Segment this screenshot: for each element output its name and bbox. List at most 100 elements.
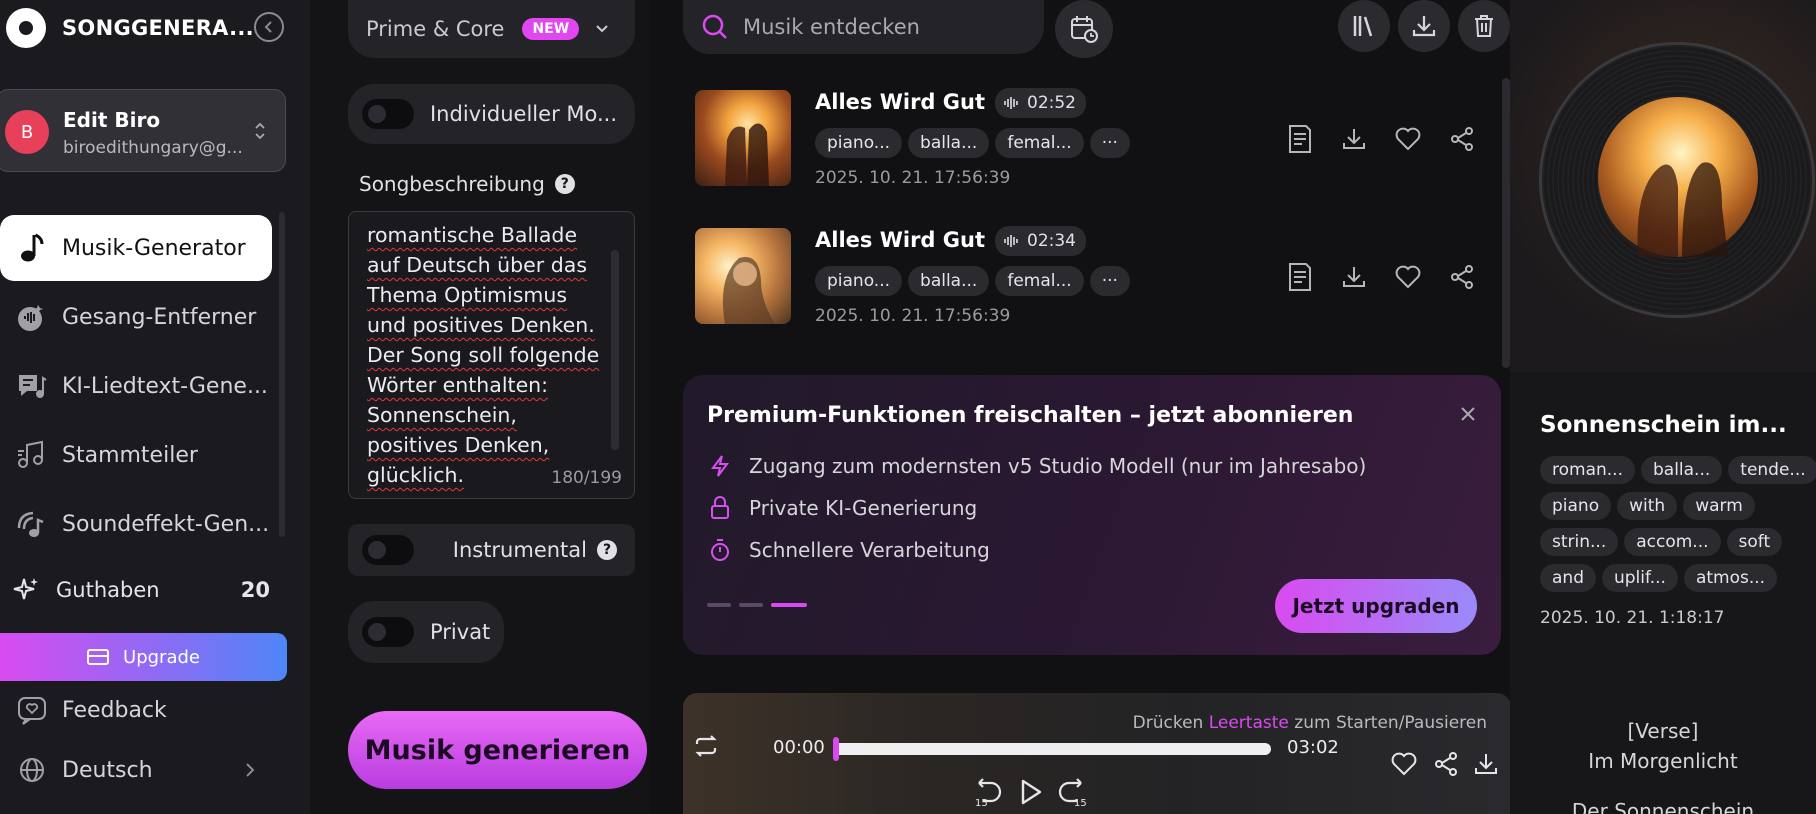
tag[interactable]: warm	[1683, 492, 1755, 520]
download-icon[interactable]	[1339, 262, 1369, 292]
promo-feature: Schnellere Verarbeitung	[707, 537, 990, 563]
tag[interactable]: piano...	[815, 266, 903, 296]
model-select[interactable]: Prime & Core NEW	[348, 0, 635, 58]
carousel-dot-active[interactable]	[771, 603, 807, 607]
new-badge: NEW	[522, 18, 580, 40]
tag[interactable]: femal...	[995, 128, 1084, 158]
sidebar-item-sound-effect[interactable]: Soundeffekt-Gen...	[0, 491, 272, 557]
skip-forward-button[interactable]: 15	[1057, 775, 1091, 809]
play-button[interactable]	[1013, 775, 1047, 809]
heart-icon[interactable]	[1393, 262, 1423, 292]
upgrade-button[interactable]: Upgrade	[0, 633, 287, 681]
progress-bar[interactable]	[833, 737, 1271, 761]
tag[interactable]: balla...	[1640, 456, 1723, 484]
sidebar-item-music-generator[interactable]: Musik-Generator	[0, 215, 272, 281]
sidebar-item-stem-splitter[interactable]: Stammteiler	[0, 422, 272, 488]
lightning-icon	[707, 453, 733, 479]
song-description-text[interactable]: romantische Ballade auf Deutsch über das…	[367, 220, 607, 490]
heart-icon[interactable]	[1393, 124, 1423, 154]
sidebar-scrollbar[interactable]	[279, 212, 285, 537]
library-button[interactable]	[1338, 0, 1390, 52]
promo-feature: Private KI-Generierung	[707, 495, 977, 521]
song-cover[interactable]	[695, 228, 791, 324]
progress-handle[interactable]	[833, 737, 839, 761]
song-list-panel: Alles Wird Gut 02:52 piano... balla... f…	[650, 0, 1519, 814]
lyrics-sheet-icon[interactable]	[1285, 262, 1315, 292]
promo-feature-text: Private KI-Generierung	[749, 496, 978, 520]
player-share-button[interactable]	[1431, 749, 1461, 779]
skip-back-button[interactable]: 15	[969, 775, 1003, 809]
tag[interactable]: and	[1540, 564, 1596, 592]
tag[interactable]: strin...	[1540, 528, 1619, 556]
sidebar-item-vocal-remover[interactable]: Gesang-Entferner	[0, 284, 272, 350]
tag[interactable]: with	[1617, 492, 1678, 520]
tag[interactable]: piano	[1540, 492, 1612, 520]
song-tags: piano... balla... femal... ···	[815, 128, 1130, 158]
player-like-button[interactable]	[1389, 749, 1419, 779]
promo-feature: Zugang zum modernsten v5 Studio Modell (…	[707, 453, 1366, 479]
song-actions	[1285, 262, 1531, 292]
lyrics-line: Der Sonnenschein	[1571, 799, 1755, 814]
list-scrollbar[interactable]	[1502, 78, 1510, 368]
generate-music-button[interactable]: Musik generieren	[348, 711, 647, 789]
close-icon[interactable]	[1459, 405, 1477, 423]
tag[interactable]: roman...	[1540, 456, 1635, 484]
share-icon	[1435, 752, 1457, 776]
tag[interactable]: balla...	[908, 128, 990, 158]
private-row: Privat	[348, 601, 504, 663]
song-row[interactable]: Alles Wird Gut 02:52 piano... balla... f…	[695, 88, 1519, 188]
private-toggle[interactable]	[362, 617, 414, 647]
description-scrollbar[interactable]	[611, 250, 619, 450]
upgrade-label: Upgrade	[123, 646, 200, 668]
tag[interactable]: balla...	[908, 266, 990, 296]
download-all-button[interactable]	[1398, 0, 1450, 52]
sidebar-item-label: Stammteiler	[62, 442, 198, 468]
help-icon[interactable]: ?	[597, 540, 617, 560]
tag[interactable]: uplif...	[1601, 564, 1678, 592]
song-description-input[interactable]: romantische Ballade auf Deutsch über das…	[348, 211, 635, 499]
carousel-dot[interactable]	[739, 603, 763, 607]
delete-button[interactable]	[1458, 0, 1510, 52]
tag[interactable]: accom...	[1624, 528, 1721, 556]
repeat-icon	[695, 735, 717, 757]
song-cover[interactable]	[695, 90, 791, 186]
brand[interactable]: SONGGENERA...	[6, 8, 254, 48]
collapse-sidebar-button[interactable]	[254, 12, 284, 42]
song-row[interactable]: Alles Wird Gut 02:34 piano... balla... f…	[695, 226, 1519, 326]
repeat-button[interactable]	[691, 731, 721, 761]
upgrade-now-button[interactable]: Jetzt upgraden	[1275, 579, 1477, 633]
song-description-label-text: Songbeschreibung	[359, 172, 545, 196]
lyrics-view: [Verse] Im Morgenlicht Der Sonnenschein	[1510, 716, 1816, 814]
duration-badge: 02:34	[995, 226, 1086, 256]
custom-mode-toggle[interactable]	[362, 99, 414, 129]
trash-icon	[1475, 15, 1493, 37]
account-switcher[interactable]: B Edit Biro biroedithungary@g...	[0, 89, 286, 172]
search-input[interactable]	[743, 15, 1013, 39]
instrumental-toggle[interactable]	[362, 535, 414, 565]
language-selector[interactable]: Deutsch	[0, 737, 272, 803]
lyrics-sheet-icon[interactable]	[1285, 124, 1315, 154]
share-icon[interactable]	[1447, 124, 1477, 154]
song-title[interactable]: Alles Wird Gut	[815, 90, 985, 114]
tag[interactable]: tende...	[1728, 456, 1816, 484]
tag[interactable]: atmos...	[1683, 564, 1778, 592]
more-tags-button[interactable]: ···	[1089, 128, 1130, 158]
sidebar-item-feedback[interactable]: Feedback	[0, 677, 272, 743]
sidebar-item-label: Feedback	[62, 697, 167, 723]
download-icon[interactable]	[1339, 124, 1369, 154]
player-download-button[interactable]	[1471, 749, 1501, 779]
tag[interactable]: soft	[1726, 528, 1783, 556]
song-actions	[1285, 124, 1531, 154]
tag[interactable]: piano...	[815, 128, 903, 158]
credit-card-icon	[87, 649, 110, 665]
song-title[interactable]: Alles Wird Gut	[815, 228, 985, 252]
carousel-dot[interactable]	[707, 603, 731, 607]
share-icon[interactable]	[1447, 262, 1477, 292]
calendar-filter-button[interactable]	[1055, 0, 1113, 58]
heart-icon	[1391, 752, 1417, 776]
instrumental-label: Instrumental	[452, 538, 587, 562]
more-tags-button[interactable]: ···	[1089, 266, 1130, 296]
sidebar-item-lyrics-generator[interactable]: KI-Liedtext-Gene...	[0, 353, 272, 419]
tag[interactable]: femal...	[995, 266, 1084, 296]
help-icon[interactable]: ?	[554, 174, 575, 194]
